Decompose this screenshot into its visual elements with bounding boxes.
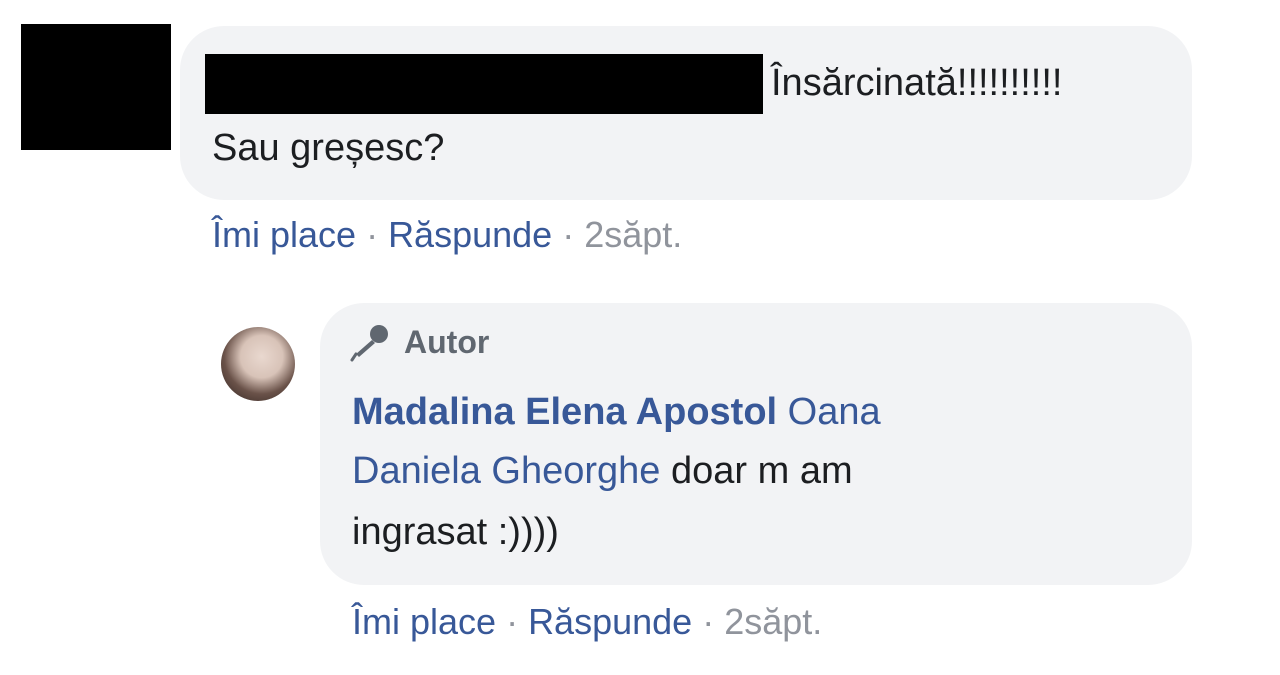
timestamp-link[interactable]: 2săpt. [724,601,822,642]
comment-text: Însărcinată!!!!!!!!!! [771,62,1063,104]
comment-actions: Îmi place · Răspunde · 2săpt. [212,213,682,257]
like-link[interactable]: Îmi place [352,601,496,642]
separator: · [562,214,575,255]
separator: · [506,601,519,642]
reply-text-line3: ingrasat :)))) [352,511,559,553]
separator: · [702,601,715,642]
like-link[interactable]: Îmi place [212,214,356,255]
reply-text-line2: Daniela Gheorghe doar m am [352,445,853,497]
redacted-commenter-name [205,54,763,114]
mention-link[interactable]: Oana [788,391,881,433]
author-badge: Autor [348,322,489,362]
comment-text-line2: Sau greșesc? [212,127,445,169]
avatar[interactable] [221,327,295,401]
reply-actions: Îmi place · Răspunde · 2săpt. [352,600,822,644]
author-badge-label: Autor [404,324,490,360]
reply-link[interactable]: Răspunde [388,214,552,255]
reply-text: doar m am [671,450,853,492]
microphone-icon [350,325,388,362]
separator: · [366,214,379,255]
reply-link[interactable]: Răspunde [528,601,692,642]
timestamp-link[interactable]: 2săpt. [584,214,682,255]
redacted-avatar [21,24,171,150]
reply-text-line1: Madalina Elena Apostol Oana [352,386,881,438]
author-name-link[interactable]: Madalina Elena Apostol [352,391,777,433]
mention-link-continued[interactable]: Daniela Gheorghe [352,450,660,492]
